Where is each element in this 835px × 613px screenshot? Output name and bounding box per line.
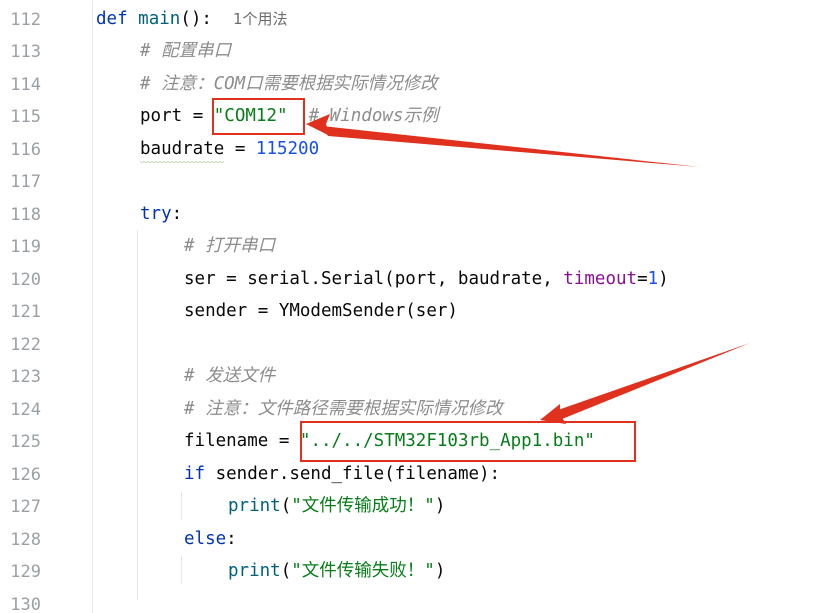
arrow-to-filename [558,343,750,419]
code-editor[interactable]: 112 113 114 115 116 117 118 119 120 121 … [0,0,835,613]
arrow-to-port [322,126,700,167]
annotation-arrows [306,114,750,424]
arrowhead-port [306,114,330,136]
